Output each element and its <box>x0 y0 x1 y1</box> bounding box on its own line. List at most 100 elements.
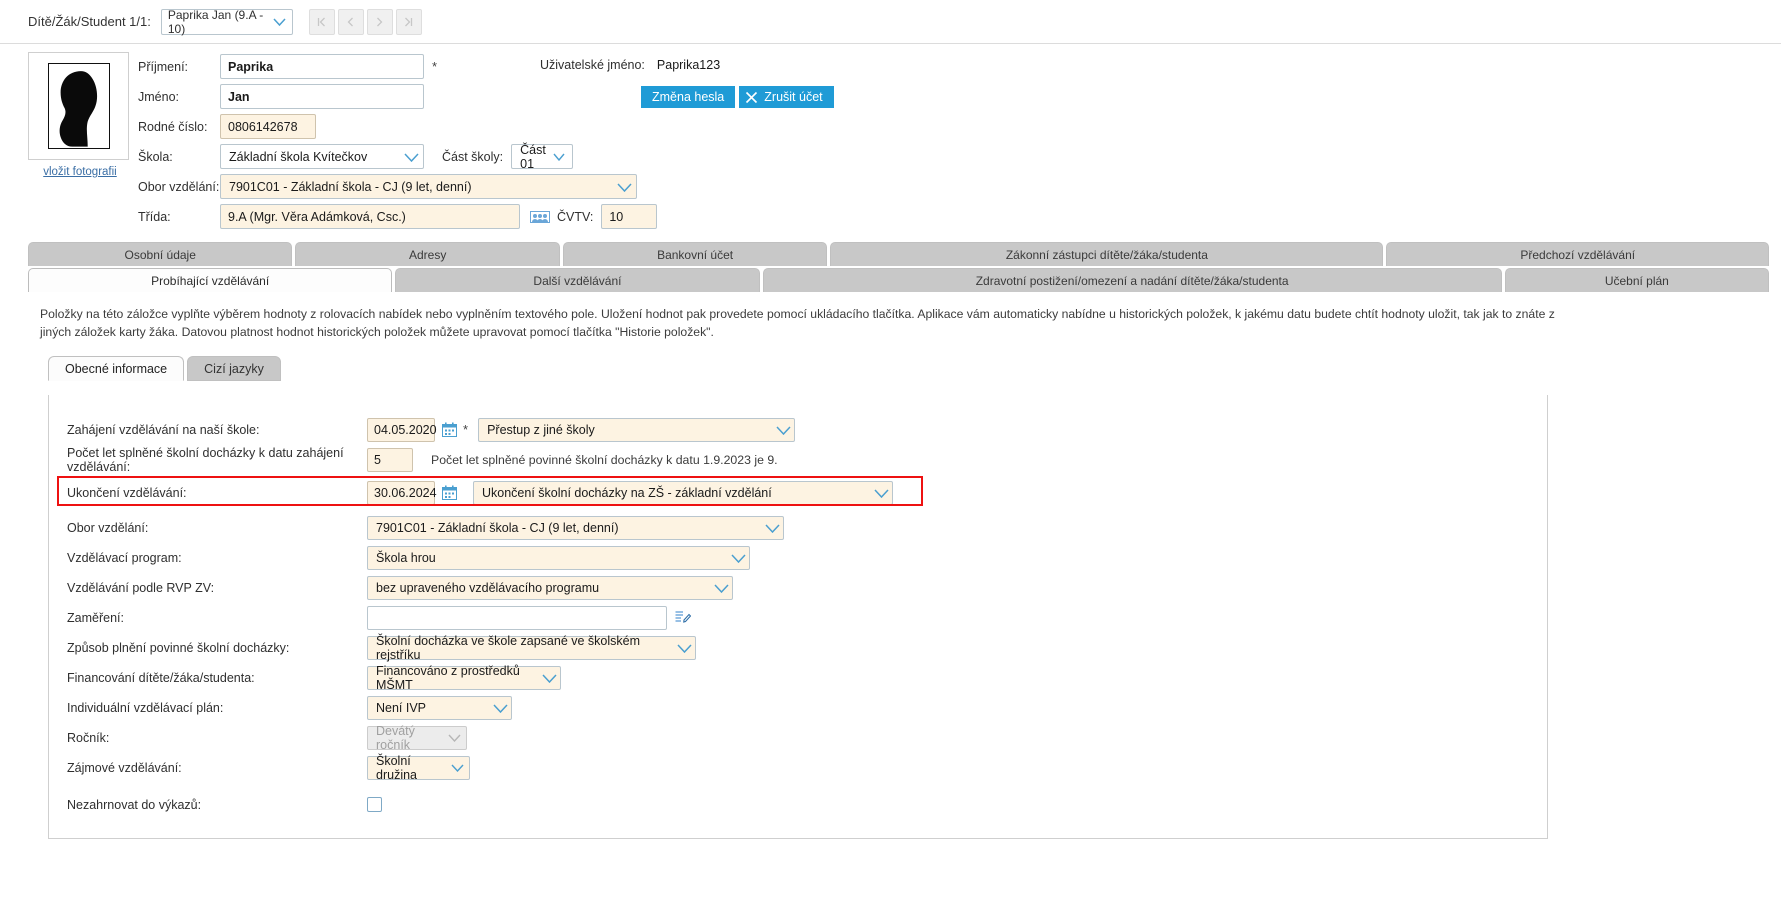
chevron-down-icon <box>677 644 692 653</box>
study-field-label: Obor vzdělání: <box>67 520 149 535</box>
chevron-down-icon <box>765 524 780 533</box>
subtab-label: Obecné informace <box>65 361 168 376</box>
program-label: Vzdělávací program: <box>67 550 182 565</box>
exclude-reports-row: Nezahrnovat do výkazů: <box>67 790 1547 819</box>
attendance-mode-select[interactable]: Školní docházka ve škole zapsané ve škol… <box>367 633 696 662</box>
tab-zdravotni-postizeni[interactable]: Zdravotní postižení/omezení a nadání dít… <box>762 268 1502 292</box>
tab-label: Zdravotní postižení/omezení a nadání dít… <box>975 273 1289 288</box>
calendar-icon[interactable] <box>442 485 457 501</box>
next-record-button[interactable] <box>366 8 393 35</box>
subtab-label: Cizí jazyky <box>204 361 264 376</box>
rvp-row: Vzdělávání podle RVP ZV: bez upraveného … <box>67 573 1547 602</box>
study-field-select[interactable]: 7901C01 - Základní škola - CJ (9 let, de… <box>220 174 637 199</box>
years-attendance-input[interactable]: 5 <box>367 447 413 472</box>
subtab-cizi-jazyky[interactable]: Cizí jazyky <box>187 356 281 382</box>
end-date-input[interactable]: 30.06.2024 <box>367 480 437 505</box>
focus-label: Zaměření: <box>67 610 124 625</box>
study-field-row: Obor vzdělání: 7901C01 - Základní škola … <box>67 513 1547 542</box>
end-education-label: Ukončení vzdělávání: <box>67 485 187 500</box>
class-label: Třída: <box>138 209 171 224</box>
program-select[interactable]: Škola hrou <box>367 545 750 570</box>
end-reason-select[interactable]: Ukončení školní docházky na ZŠ - základn… <box>473 480 893 505</box>
chevron-down-icon <box>714 584 729 593</box>
student-select[interactable]: Paprika Jan (9.A - 10) <box>160 7 293 36</box>
tab-label: Zákonní zástupci dítěte/žáka/studenta <box>1005 247 1208 262</box>
firstname-input[interactable]: Jan <box>220 84 424 109</box>
previous-record-button[interactable] <box>337 8 364 35</box>
student-card-page: Dítě/Žák/Student 1/1: Paprika Jan (9.A -… <box>0 0 1781 911</box>
chevron-down-icon <box>404 152 419 162</box>
calendar-icon[interactable] <box>442 422 457 438</box>
username-value: Paprika123 <box>656 58 721 72</box>
tab-bankovni-ucet[interactable]: Bankovní účet <box>562 242 828 266</box>
person-silhouette-icon <box>59 71 97 147</box>
tab-dalsi-vzdelavani[interactable]: Další vzdělávání <box>395 268 760 292</box>
financing-value: Financováno z prostředků MŠMT <box>376 663 520 692</box>
financing-row: Financování dítěte/žáka/studenta: Financ… <box>67 663 1547 692</box>
last-record-button[interactable] <box>395 8 422 35</box>
insert-photo-link[interactable]: vložit fotografii <box>28 166 132 178</box>
tab-content: Položky na této záložce vyplňte výběrem … <box>0 292 1781 840</box>
tab-probihajici-vzdelavani[interactable]: Probíhající vzdělávání <box>28 268 393 292</box>
school-label: Škola: <box>138 149 173 164</box>
focus-input[interactable] <box>367 605 667 630</box>
class-input[interactable]: 9.A (Mgr. Věra Adámková, Csc.) <box>220 204 520 229</box>
chevron-down-icon <box>553 153 566 161</box>
first-record-button[interactable] <box>308 8 335 35</box>
study-field-select[interactable]: 7901C01 - Základní škola - CJ (9 let, de… <box>367 515 784 540</box>
tab-ucebni-plan[interactable]: Učební plán <box>1504 268 1770 292</box>
chevron-down-icon <box>874 489 889 498</box>
tab-label: Předchozí vzdělávání <box>1520 247 1636 262</box>
schoolpart-select[interactable]: Část 01 <box>511 142 574 171</box>
school-select-value: Základní škola Kvítečkov <box>229 149 368 164</box>
interest-education-label: Zájmové vzdělávání: <box>67 760 182 775</box>
start-reason-select[interactable]: Přestup z jiné školy <box>478 417 796 442</box>
grade-select: Devátý ročník <box>367 724 467 752</box>
study-field-label: Obor vzdělání: <box>138 179 220 194</box>
change-password-button[interactable]: Změna hesla <box>641 86 736 108</box>
chevron-down-icon <box>451 764 464 772</box>
start-date-input[interactable]: 04.05.2020 <box>367 417 437 442</box>
financing-select[interactable]: Financováno z prostředků MŠMT <box>367 663 561 692</box>
school-row: Škola: Základní škola Kvítečkov Část ško… <box>138 142 657 171</box>
ivp-select[interactable]: Není IVP <box>367 695 512 720</box>
tab-zakonni-zastupci[interactable]: Zákonní zástupci dítěte/žáka/studenta <box>830 242 1384 266</box>
years-attendance-hint: Počet let splněné povinné školní docházk… <box>431 452 778 467</box>
school-select[interactable]: Základní škola Kvítečkov <box>220 144 424 169</box>
username-label: Uživatelské jméno: <box>540 58 645 72</box>
interest-education-select[interactable]: Školní družina <box>367 753 470 782</box>
surname-input[interactable]: Paprika <box>220 54 424 79</box>
study-field-value: 7901C01 - Základní škola - CJ (9 let, de… <box>376 520 619 535</box>
student-selector-label: Dítě/Žák/Student 1/1: <box>28 14 151 29</box>
subtab-obecne-informace[interactable]: Obecné informace <box>48 356 185 382</box>
cvtv-input[interactable]: 10 <box>601 204 658 229</box>
cancel-account-button[interactable]: Zrušit účet <box>739 86 834 108</box>
start-required-mark: * <box>463 422 469 438</box>
birthnumber-input[interactable]: 0806142678 <box>220 114 316 139</box>
interest-education-value: Školní družina <box>376 753 417 782</box>
chevron-down-icon <box>617 182 632 192</box>
grade-label: Ročník: <box>67 730 110 745</box>
tab-predchozi-vzdelavani[interactable]: Předchozí vzdělávání <box>1386 242 1769 266</box>
start-education-label: Zahájení vzdělávání na naší škole: <box>67 422 260 437</box>
cancel-account-label: Zrušit účet <box>764 90 823 104</box>
rvp-label: Vzdělávání podle RVP ZV: <box>67 580 215 595</box>
username-row: Uživatelské jméno: Paprika123 <box>540 58 834 72</box>
chevron-down-icon <box>731 554 746 563</box>
surname-required-mark: * <box>432 59 438 74</box>
end-education-row: Ukončení vzdělávání: 30.06.2024 Ukončení… <box>57 476 1547 507</box>
student-select-value: Paprika Jan (9.A - 10) <box>167 7 264 36</box>
group-people-icon[interactable] <box>530 210 550 224</box>
tab-osobni-udaje[interactable]: Osobní údaje <box>28 242 293 266</box>
tab-label: Další vzdělávání <box>533 273 622 288</box>
exclude-reports-checkbox[interactable] <box>367 797 382 813</box>
edit-list-icon[interactable] <box>675 610 691 625</box>
tab-adresy[interactable]: Adresy <box>295 242 560 266</box>
chevron-down-icon <box>493 704 508 713</box>
student-selector-bar: Dítě/Žák/Student 1/1: Paprika Jan (9.A -… <box>0 0 1781 44</box>
schoolpart-select-value: Část 01 <box>520 142 546 171</box>
student-photo-frame <box>28 52 129 160</box>
sub-tabs: Obecné informace Cizí jazyky <box>48 356 1755 382</box>
attendance-mode-value: Školní docházka ve škole zapsané ve škol… <box>376 633 641 662</box>
rvp-select[interactable]: bez upraveného vzdělávacího programu <box>367 575 733 600</box>
